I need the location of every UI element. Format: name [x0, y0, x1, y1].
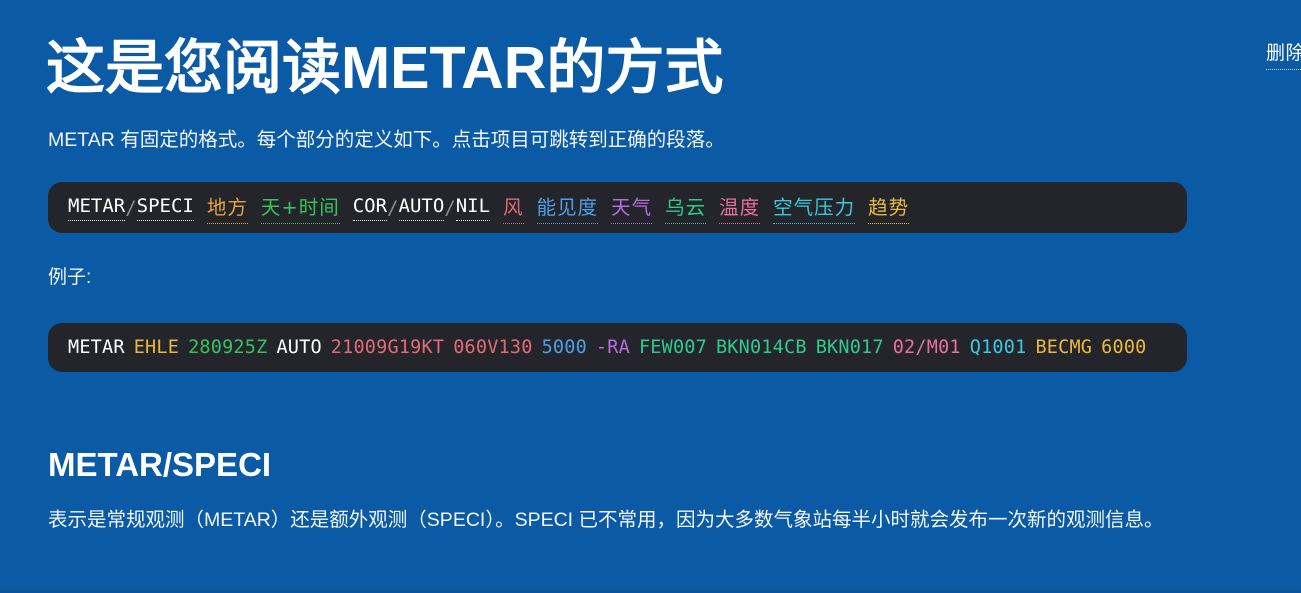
example-token-cloud-bkn-cb: BKN014CB — [715, 337, 807, 358]
legend-token-weather[interactable]: 天气 — [611, 191, 653, 224]
legend-separator-2: / — [387, 196, 399, 219]
example-token-station: EHLE — [133, 337, 180, 358]
page-title: 这是您阅读METAR的方式 — [46, 35, 724, 101]
legend-token-nil[interactable]: NIL — [455, 195, 491, 221]
metar-example-bar: METAR EHLE 280925Z AUTO 21009G19KT 060V1… — [48, 323, 1187, 372]
example-token-wind: 21009G19KT — [330, 337, 445, 358]
legend-token-temperature[interactable]: 温度 — [719, 191, 761, 224]
example-label: 例子: — [48, 267, 92, 288]
intro-paragraph: METAR 有固定的格式。每个部分的定义如下。点击项目可跳转到正确的段落。 — [48, 129, 725, 151]
example-token-metar: METAR — [68, 337, 125, 358]
legend-token-trend[interactable]: 趋势 — [868, 191, 910, 224]
section-body-metar-speci: 表示是常规观测（METAR）还是额外观测（SPECI）。SPECI 已不常用，因… — [48, 509, 1164, 531]
legend-token-air-pressure[interactable]: 空气压力 — [773, 191, 856, 224]
example-token-trend-visibility: 6000 — [1101, 337, 1147, 358]
example-token-cloud-bkn: BKN017 — [815, 337, 884, 358]
example-token-weather: -RA — [595, 337, 630, 358]
example-token-visibility: 5000 — [541, 337, 587, 358]
legend-token-metar[interactable]: METAR — [68, 195, 126, 221]
example-token-temperature: 02/M01 — [892, 337, 961, 358]
legend-token-auto[interactable]: AUTO — [398, 195, 445, 221]
delete-link[interactable]: 删除 — [1265, 41, 1301, 70]
legend-token-visibility[interactable]: 能见度 — [536, 191, 599, 224]
example-token-cloud-few: FEW007 — [638, 337, 707, 358]
metar-format-legend-bar: METAR / SPECI 地方 天+时间 COR / AUTO / NIL 风 能见度 天… — [48, 182, 1187, 233]
example-token-wind-variation: 060V130 — [453, 337, 533, 358]
legend-token-cor[interactable]: COR — [352, 195, 388, 221]
example-token-trend: BECMG — [1035, 337, 1093, 358]
example-token-auto: AUTO — [276, 337, 322, 358]
legend-token-location[interactable]: 地方 — [206, 191, 248, 224]
legend-separator-1: / — [125, 196, 137, 219]
section-heading-metar-speci: METAR/SPECI — [48, 446, 272, 483]
legend-token-speci[interactable]: SPECI — [136, 195, 194, 221]
legend-token-wind[interactable]: 风 — [503, 191, 524, 224]
example-token-daytime: 280925Z — [188, 337, 268, 358]
legend-token-clouds[interactable]: 乌云 — [665, 191, 707, 224]
legend-token-day-time[interactable]: 天+时间 — [260, 191, 340, 224]
page-root: 删除 这是您阅读METAR的方式 METAR 有固定的格式。每个部分的定义如下。… — [0, 0, 1301, 593]
example-token-pressure: Q1001 — [969, 337, 1027, 358]
legend-separator-3: / — [444, 196, 456, 219]
